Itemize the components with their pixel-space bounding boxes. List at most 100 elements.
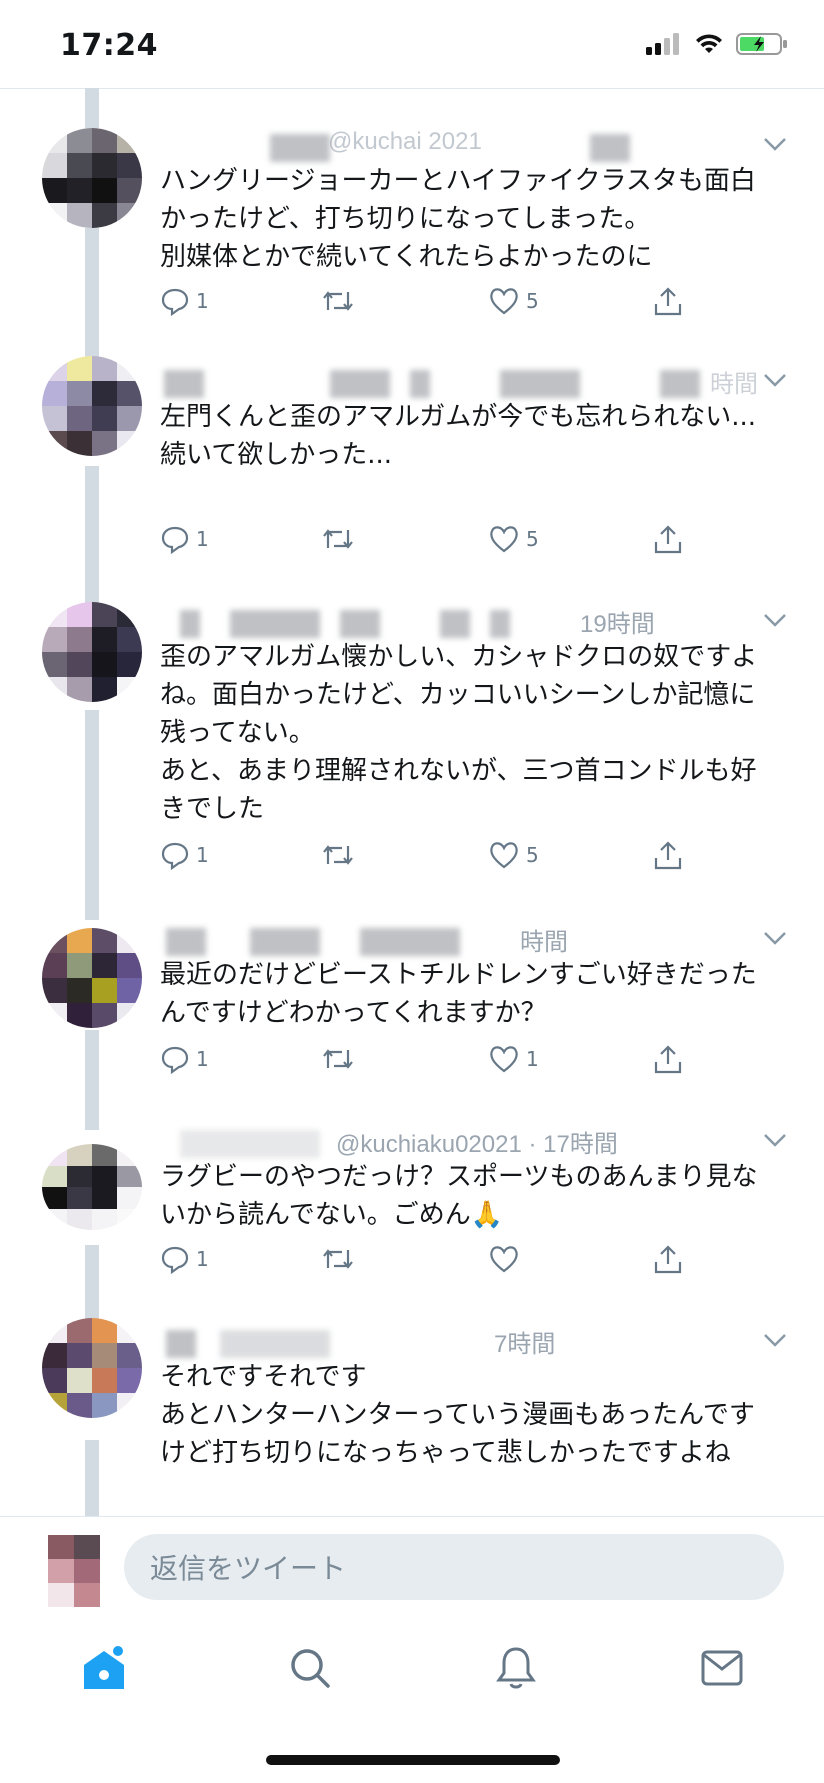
tab-notifications[interactable]: [486, 1638, 546, 1698]
like-button[interactable]: [488, 1244, 520, 1274]
header-divider: [0, 88, 824, 89]
heart-icon: [490, 526, 518, 553]
chevron-down-icon[interactable]: [762, 1330, 788, 1350]
tweet-handle: @kuchiaku02021 · 17時間: [336, 1131, 618, 1158]
like-button[interactable]: 5: [488, 524, 539, 554]
reply-icon: [161, 526, 189, 554]
retweet-button[interactable]: [320, 524, 356, 554]
signal-icon: [646, 33, 679, 55]
reply-count: 1: [196, 843, 209, 867]
tweet-time: 時間: [520, 929, 568, 956]
retweet-button[interactable]: [320, 1044, 356, 1074]
retweet-button[interactable]: [320, 1244, 356, 1274]
share-button[interactable]: [652, 840, 684, 872]
share-icon: [654, 1245, 682, 1274]
reply-count: 1: [196, 1247, 209, 1271]
tweet-text: 左門くんと歪のアマルガムが今でも忘れられない... 続いて欲しかった...: [160, 402, 757, 470]
tab-bar: [0, 1620, 824, 1720]
retweet-button[interactable]: [320, 840, 356, 870]
tweet-text: それですそれです あとハンターハンターっていう漫画もあったんですけど打ち切りにな…: [160, 1362, 755, 1468]
thread-line: [85, 466, 99, 606]
retweet-icon: [323, 1049, 353, 1069]
chevron-down-icon[interactable]: [762, 370, 788, 390]
tweet-time: 19時間: [580, 611, 655, 638]
heart-icon: [490, 1246, 518, 1273]
avatar[interactable]: [42, 356, 142, 456]
reply-button[interactable]: 1: [160, 1044, 209, 1074]
status-icons: [646, 32, 788, 56]
share-icon: [654, 525, 682, 554]
heart-icon: [490, 842, 518, 869]
reply-button[interactable]: 1: [160, 840, 209, 870]
retweet-icon: [323, 529, 353, 549]
reply-button[interactable]: 1: [160, 524, 209, 554]
tweet-actions: 1 5: [160, 524, 700, 564]
tab-home[interactable]: [74, 1638, 134, 1698]
like-button[interactable]: 5: [488, 286, 539, 316]
avatar[interactable]: [42, 128, 142, 228]
reply-button[interactable]: 1: [160, 286, 209, 316]
status-bar: 17:24: [0, 0, 824, 88]
tweet-time: 7時間: [494, 1331, 556, 1358]
reply-input[interactable]: 返信をツイート: [124, 1534, 784, 1600]
reply-button[interactable]: 1: [160, 1244, 209, 1274]
like-count: 1: [526, 1047, 539, 1071]
like-count: 5: [526, 843, 539, 867]
like-button[interactable]: 5: [488, 840, 539, 870]
reply-icon: [161, 1046, 189, 1074]
tweet-handle: @kuchai 2021: [328, 128, 482, 155]
tweet-header: @kuchiaku02021 · 17時間: [160, 1124, 720, 1160]
tweet-actions: 1 5: [160, 840, 700, 880]
tweet-time: 時間: [710, 371, 758, 398]
like-button[interactable]: 1: [488, 1044, 539, 1074]
avatar[interactable]: [42, 1318, 142, 1418]
retweet-button[interactable]: [320, 286, 356, 316]
chevron-down-icon[interactable]: [762, 1130, 788, 1150]
search-icon: [291, 1649, 330, 1688]
thread-line: [85, 88, 99, 128]
tweet-actions: 1 1: [160, 1044, 700, 1084]
tab-messages[interactable]: [692, 1638, 752, 1698]
like-count: 5: [526, 289, 539, 313]
avatar[interactable]: [42, 1144, 142, 1230]
reply-count: 1: [196, 527, 209, 551]
wifi-icon: [696, 34, 722, 53]
retweet-icon: [323, 845, 353, 865]
reply-icon: [161, 1246, 189, 1274]
share-button[interactable]: [652, 524, 684, 556]
tweet-text: ラグビーのやつだっけ？スポーツものあんまり見ないから読んでない。ごめん🙏: [160, 1162, 758, 1230]
chevron-down-icon[interactable]: [762, 928, 788, 948]
avatar[interactable]: [42, 928, 142, 1028]
home-indicator: [266, 1755, 560, 1765]
tweet-text: 最近のだけどビーストチルドレンすごい好きだったんですけどわかってくれますか？: [160, 960, 757, 1028]
tweet-header: 7時間: [160, 1324, 720, 1360]
tweet-actions: 1: [160, 1244, 700, 1284]
share-button[interactable]: [652, 286, 684, 318]
retweet-icon: [323, 1249, 353, 1269]
battery-icon: [736, 33, 787, 55]
tweet-header: 時間: [160, 364, 758, 400]
reply-count: 1: [196, 1047, 209, 1071]
tweet-actions: 1 5: [160, 286, 700, 326]
status-time: 17:24: [60, 28, 158, 63]
reply-composer: 返信をツイート: [0, 1516, 824, 1617]
tweet-text: ハングリージョーカーとハイファイクラスタも面白かったけど、打ち切りになってしまっ…: [160, 166, 756, 272]
like-count: 5: [526, 527, 539, 551]
share-button[interactable]: [652, 1044, 684, 1076]
chevron-down-icon[interactable]: [762, 134, 788, 154]
tab-search[interactable]: [280, 1638, 340, 1698]
tweet-text: 歪のアマルガム懐かしい、カシャドクロの奴ですよね。面白かったけど、カッコいいシー…: [160, 642, 758, 824]
reply-icon: [161, 288, 189, 316]
share-icon: [654, 1045, 682, 1074]
avatar[interactable]: [42, 602, 142, 702]
thread-line: [85, 1030, 99, 1130]
tweet-header: 19時間: [160, 604, 720, 640]
thread-line: [85, 1245, 99, 1320]
retweet-icon: [323, 291, 353, 311]
share-button[interactable]: [652, 1244, 684, 1276]
chevron-down-icon[interactable]: [762, 610, 788, 630]
tweet-header: @kuchai 2021: [160, 128, 720, 164]
notifications-icon: [496, 1647, 536, 1689]
reply-icon: [161, 842, 189, 870]
share-icon: [654, 841, 682, 870]
